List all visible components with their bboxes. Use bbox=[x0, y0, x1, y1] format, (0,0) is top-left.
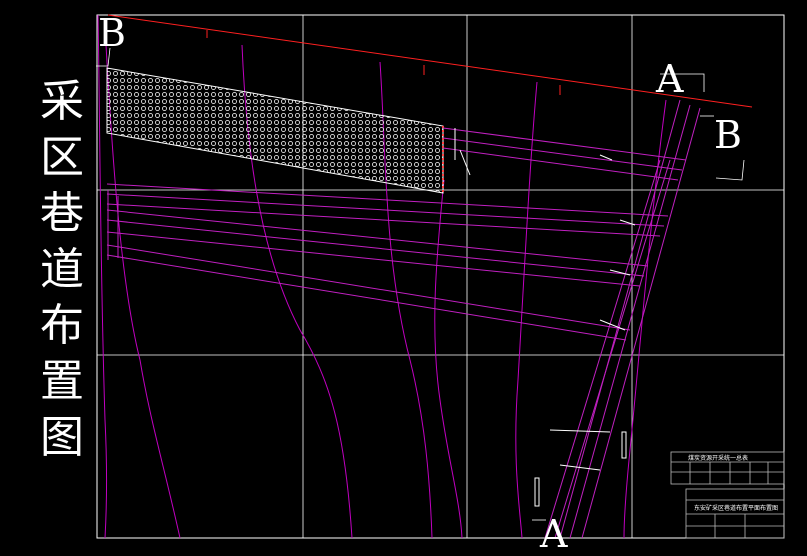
drawing-title-vertical: 采 区 巷 道 布 置 图 bbox=[36, 74, 88, 466]
section-label-a-bottom: A bbox=[540, 512, 568, 556]
title-char-3: 巷 bbox=[40, 188, 84, 239]
title-block-caption: 东安矿采区巷道布置平面布置图 bbox=[694, 505, 779, 512]
legend-table-caption: 煤炭资源开采统一总表 bbox=[688, 455, 749, 462]
section-label-b-right: B bbox=[714, 113, 742, 157]
title-char-2: 区 bbox=[40, 132, 84, 183]
goaf-hatched-area bbox=[106, 67, 444, 194]
cad-drawing-canvas bbox=[96, 14, 785, 539]
title-char-6: 置 bbox=[40, 356, 84, 407]
title-char-7: 图 bbox=[40, 412, 84, 463]
roadway-markers bbox=[454, 128, 636, 507]
title-char-5: 布 bbox=[40, 300, 84, 351]
section-label-b-top-left: B bbox=[98, 11, 126, 55]
drawing-title-block bbox=[685, 488, 785, 539]
section-label-a-top-right: A bbox=[656, 57, 684, 101]
title-char-1: 采 bbox=[40, 76, 84, 127]
title-char-4: 道 bbox=[40, 244, 84, 295]
